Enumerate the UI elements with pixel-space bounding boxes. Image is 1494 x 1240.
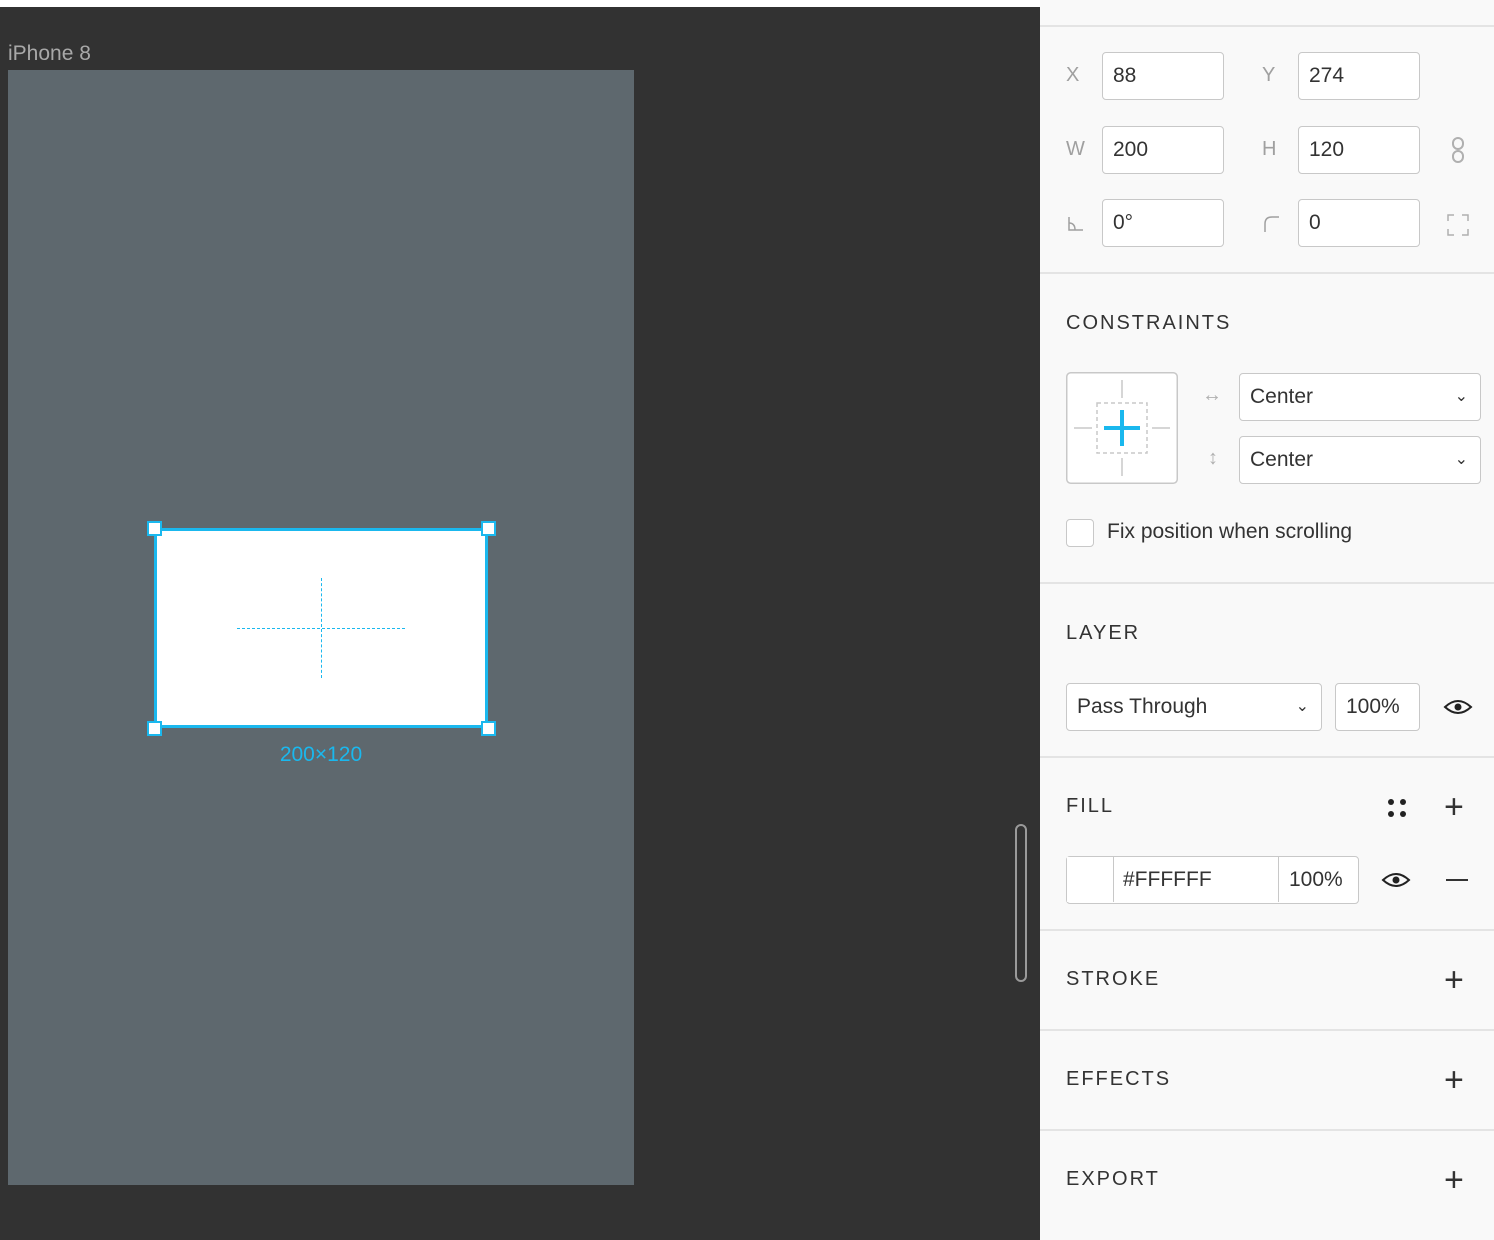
layer-title: LAYER	[1066, 622, 1141, 644]
fill-color-swatch[interactable]	[1067, 857, 1114, 902]
frame-label[interactable]: iPhone 8	[8, 42, 91, 66]
independent-corners-icon[interactable]	[1446, 213, 1470, 237]
add-effect-icon[interactable]: +	[1444, 1063, 1464, 1097]
effects-title: EFFECTS	[1066, 1068, 1172, 1090]
resize-handle-bottom-right[interactable]	[481, 721, 496, 736]
fill-title: FILL	[1066, 795, 1115, 817]
eye-icon[interactable]	[1443, 697, 1473, 717]
blend-mode-select[interactable]: Pass Through ⌄	[1066, 683, 1322, 731]
lock-aspect-icon[interactable]	[1450, 136, 1466, 164]
chevron-down-icon: ⌄	[1454, 451, 1468, 468]
add-fill-icon[interactable]: +	[1444, 790, 1464, 824]
fix-position-checkbox[interactable]	[1066, 519, 1094, 547]
fill-opacity-input[interactable]: 100%	[1278, 857, 1358, 902]
dimension-label: 200×120	[279, 743, 363, 766]
vertical-constraint-select[interactable]: Center ⌄	[1239, 436, 1481, 484]
divider	[1040, 1029, 1494, 1031]
vertical-constraint-value: Center	[1250, 448, 1314, 471]
center-guide-vertical	[321, 578, 322, 678]
constraints-widget[interactable]	[1066, 372, 1178, 484]
fill-row: #FFFFFF 100%	[1066, 856, 1359, 904]
horizontal-constraint-select[interactable]: Center ⌄	[1239, 373, 1481, 421]
export-title: EXPORT	[1066, 1168, 1160, 1190]
divider	[1040, 582, 1494, 584]
add-stroke-icon[interactable]: +	[1444, 963, 1464, 997]
horizontal-constraint-value: Center	[1250, 385, 1314, 408]
divider	[1040, 929, 1494, 931]
divider	[1040, 25, 1494, 27]
fill-hex-input[interactable]: #FFFFFF	[1123, 857, 1212, 902]
resize-handle-bottom-left[interactable]	[147, 721, 162, 736]
resize-handle-top-left[interactable]	[147, 521, 162, 536]
add-export-icon[interactable]: +	[1444, 1163, 1464, 1197]
constraints-title: CONSTRAINTS	[1066, 312, 1232, 334]
resize-handle-top-right[interactable]	[481, 521, 496, 536]
color-swatches-icon[interactable]	[1386, 797, 1408, 819]
blend-mode-value: Pass Through	[1077, 695, 1208, 718]
width-input[interactable]: 200	[1102, 126, 1224, 174]
x-input[interactable]: 88	[1102, 52, 1224, 100]
eye-icon[interactable]	[1381, 870, 1411, 890]
remove-fill-icon[interactable]	[1446, 879, 1468, 881]
fix-position-label[interactable]: Fix position when scrolling	[1107, 520, 1352, 544]
divider	[1040, 272, 1494, 274]
horizontal-constraint-icon: ↔	[1202, 384, 1222, 406]
w-label: W	[1066, 138, 1085, 160]
stroke-title: STROKE	[1066, 968, 1161, 990]
rotation-input[interactable]: 0°	[1102, 199, 1224, 247]
layer-opacity-input[interactable]: 100%	[1335, 683, 1420, 731]
divider	[1040, 756, 1494, 758]
chevron-down-icon: ⌄	[1295, 698, 1309, 715]
rotation-icon	[1068, 217, 1083, 231]
h-label: H	[1262, 138, 1277, 160]
canvas-scrollbar[interactable]	[1015, 824, 1027, 982]
chevron-down-icon: ⌄	[1454, 388, 1468, 405]
corner-radius-icon	[1264, 216, 1279, 232]
vertical-constraint-icon: ↕	[1208, 447, 1218, 469]
height-input[interactable]: 120	[1298, 126, 1420, 174]
y-label: Y	[1262, 64, 1276, 86]
properties-panel	[1040, 0, 1494, 1240]
x-label: X	[1066, 64, 1080, 86]
corner-radius-input[interactable]: 0	[1298, 199, 1420, 247]
y-input[interactable]: 274	[1298, 52, 1420, 100]
divider	[1040, 1129, 1494, 1131]
